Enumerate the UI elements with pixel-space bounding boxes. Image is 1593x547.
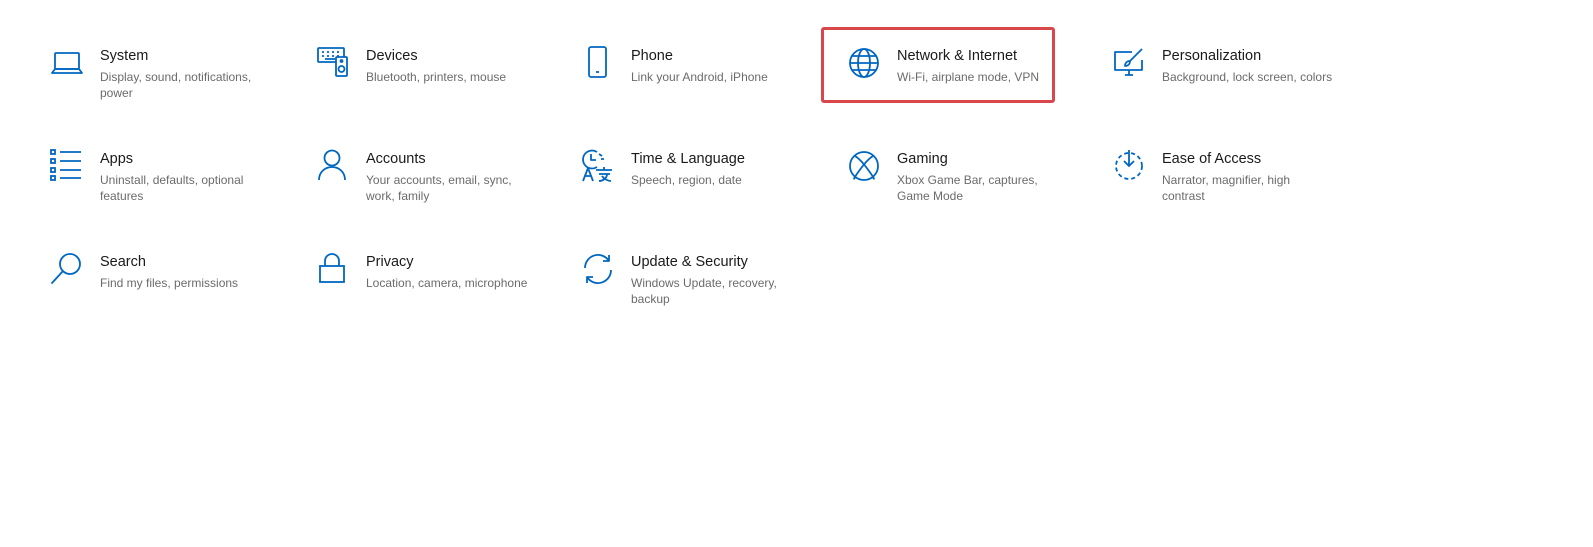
tile-title: Search <box>100 254 146 270</box>
tile-description: Xbox Game Bar, captures, Game Mode <box>897 173 1038 203</box>
tile-title: System <box>100 48 149 64</box>
tile-title: Network & Internet <box>897 48 1018 64</box>
tile-description: Speech, region, date <box>631 173 742 187</box>
tile-personalization[interactable]: Personalization Background, lock screen,… <box>1112 46 1362 136</box>
tile-title: Privacy <box>366 254 414 270</box>
tile-time-language[interactable]: Time & Language Speech, region, date <box>581 149 831 239</box>
xbox-icon <box>847 149 881 183</box>
tile-title: Time & Language <box>631 151 745 167</box>
tile-accounts[interactable]: Accounts Your accounts, email, sync, wor… <box>316 149 566 239</box>
globe-icon <box>847 46 881 80</box>
sync-icon <box>581 252 615 286</box>
tile-description: Location, camera, microphone <box>366 276 528 290</box>
tile-title: Ease of Access <box>1162 151 1262 167</box>
settings-grid: System Display, sound, notifications, po… <box>0 0 1593 547</box>
phone-icon <box>581 46 615 80</box>
tile-network-internet[interactable]: Network & Internet Wi-Fi, airplane mode,… <box>847 46 1097 136</box>
tile-title: Personalization <box>1162 48 1262 64</box>
tile-system[interactable]: System Display, sound, notifications, po… <box>50 46 300 136</box>
tile-description: Display, sound, notifications, power <box>100 70 252 100</box>
tile-description: Bluetooth, printers, mouse <box>366 70 507 84</box>
devices-icon <box>316 46 350 80</box>
tile-title: Phone <box>631 48 673 64</box>
search-icon <box>50 252 84 286</box>
tile-description: Windows Update, recovery, backup <box>631 276 777 306</box>
tile-privacy[interactable]: Privacy Location, camera, microphone <box>316 252 566 342</box>
tile-title: Accounts <box>366 151 426 167</box>
lock-icon <box>316 252 350 286</box>
ease-of-access-icon <box>1112 149 1146 183</box>
tile-description: Your accounts, email, sync, work, family <box>366 173 512 203</box>
tile-devices[interactable]: Devices Bluetooth, printers, mouse <box>316 46 566 136</box>
tile-description: Background, lock screen, colors <box>1162 70 1333 84</box>
tile-description: Wi-Fi, airplane mode, VPN <box>897 70 1040 84</box>
tile-description: Narrator, magnifier, high contrast <box>1162 173 1291 203</box>
laptop-icon <box>50 46 84 80</box>
tile-title: Update & Security <box>631 254 748 270</box>
tile-apps[interactable]: Apps Uninstall, defaults, optional featu… <box>50 149 300 239</box>
tile-gaming[interactable]: Gaming Xbox Game Bar, captures, Game Mod… <box>847 149 1097 239</box>
tile-search[interactable]: Search Find my files, permissions <box>50 252 300 342</box>
tile-phone[interactable]: Phone Link your Android, iPhone <box>581 46 831 136</box>
tile-description: Link your Android, iPhone <box>631 70 768 84</box>
tile-title: Devices <box>366 48 418 64</box>
time-language-icon <box>581 149 615 183</box>
tile-description: Uninstall, defaults, optional features <box>100 173 244 203</box>
paint-monitor-icon <box>1112 46 1146 80</box>
tile-ease-of-access[interactable]: Ease of Access Narrator, magnifier, high… <box>1112 149 1362 239</box>
tile-update-security[interactable]: Update & Security Windows Update, recove… <box>581 252 831 342</box>
person-icon <box>316 149 350 183</box>
tile-title: Apps <box>100 151 134 167</box>
tile-description: Find my files, permissions <box>100 276 239 290</box>
tile-title: Gaming <box>897 151 948 167</box>
apps-list-icon <box>50 149 84 183</box>
